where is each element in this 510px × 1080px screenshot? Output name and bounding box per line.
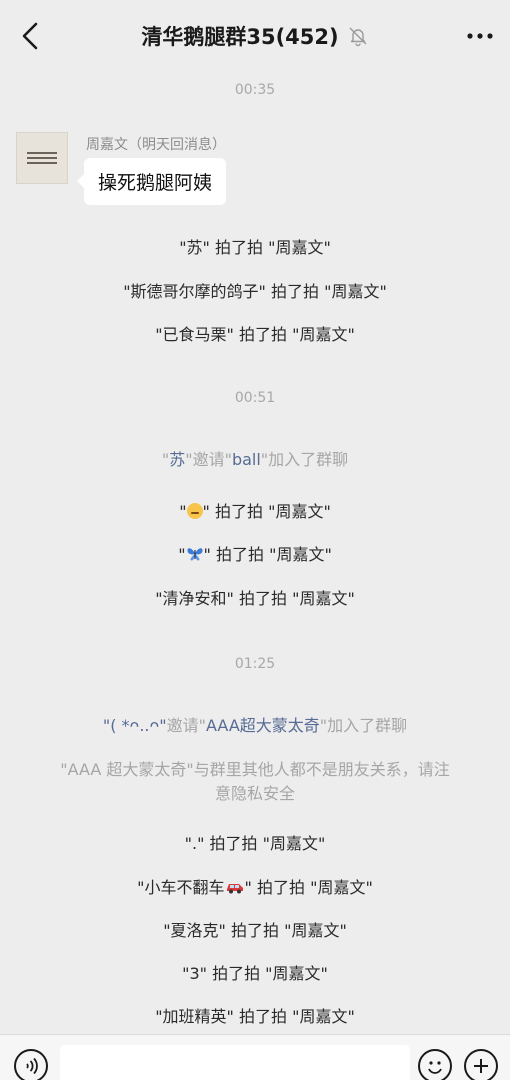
pat-notice: "小车不翻车 " 拍了拍 "周嘉文" (0, 874, 510, 898)
message-input[interactable] (60, 1045, 410, 1080)
pat-notice: " " 拍了拍 "周嘉文" (0, 498, 510, 522)
invitee-name[interactable]: AAA超大蒙太奇 (206, 716, 320, 735)
pat-notice: "." 拍了拍 "周嘉文" (184, 834, 326, 853)
smirk-face-emoji (186, 503, 203, 519)
pat-text: " (179, 502, 187, 521)
privacy-notice-line: 意隐私安全 (214, 784, 295, 803)
pat-text: " (178, 545, 186, 564)
pat-text: " 拍了拍 "周嘉文" (203, 545, 332, 564)
sender-name: 周嘉文（明天回消息） (86, 137, 226, 153)
inviter-name[interactable]: "( *ᴖ..ᴖ" (103, 716, 167, 735)
emoji-button[interactable] (418, 1049, 452, 1080)
timestamp: 00:51 (234, 390, 276, 406)
more-button[interactable] (462, 20, 498, 52)
title-wrap: 清华鹅腿群35(452) (141, 21, 368, 51)
timestamp: 01:25 (234, 656, 276, 672)
pat-text: " 拍了拍 "周嘉文" (244, 878, 373, 897)
message-list[interactable]: 00:35 周嘉文（明天回消息） 操死鹅腿阿姨 "苏" 拍了拍 "周嘉文" "斯… (0, 72, 510, 1034)
avatar[interactable] (16, 132, 68, 184)
pat-notice: "夏洛克" 拍了拍 "周嘉文" (163, 921, 347, 940)
privacy-notice-line: "AAA 超大蒙太奇"与群里其他人都不是朋友关系，请注 (60, 760, 450, 779)
chat-title: 清华鹅腿群35(452) (141, 25, 339, 49)
voice-button[interactable] (14, 1049, 48, 1080)
voice-icon (26, 1057, 38, 1075)
pat-notice: "3" 拍了拍 "周嘉文" (182, 964, 328, 983)
more-dots-icon (467, 33, 493, 39)
timestamp: 00:35 (234, 82, 276, 98)
pat-notice: "苏" 拍了拍 "周嘉文" (179, 238, 331, 257)
plus-icon (474, 1059, 488, 1073)
avatar-image (27, 149, 57, 167)
invite-notice: "苏"邀请"ball"加入了群聊 (0, 446, 510, 470)
invite-text: "邀请" (185, 450, 232, 469)
invitee-name[interactable]: ball (232, 450, 261, 469)
bell-off-icon (349, 27, 367, 47)
pat-text: "小车不翻车 (137, 878, 225, 897)
pat-notice: "斯德哥尔摩的鸽子" 拍了拍 "周嘉文" (123, 282, 387, 301)
pat-notice: " " 拍了拍 "周嘉文" (0, 541, 510, 565)
emoji-icon (428, 1061, 442, 1074)
inviter-name[interactable]: 苏 (169, 450, 185, 469)
chevron-left-icon (22, 22, 38, 50)
pat-text: " 拍了拍 "周嘉文" (202, 502, 331, 521)
privacy-notice: "AAA 超大蒙太奇"与群里其他人都不是朋友关系，请注 意隐私安全 (0, 758, 510, 806)
plus-button[interactable] (464, 1049, 498, 1080)
invite-notice: "( *ᴖ..ᴖ"邀请"AAA超大蒙太奇"加入了群聊 (0, 712, 510, 736)
invite-tail: "加入了群聊 (260, 450, 349, 469)
butterfly-emoji (187, 548, 203, 561)
input-bar (0, 1034, 510, 1080)
pat-notice: "清净安和" 拍了拍 "周嘉文" (155, 589, 355, 608)
message-bubble[interactable]: 操死鹅腿阿姨 (76, 158, 227, 205)
invite-text: 邀请" (166, 716, 207, 735)
chat-header: 清华鹅腿群35(452) (0, 0, 510, 72)
invite-tail: "加入了群聊 (319, 716, 408, 735)
car-emoji (226, 884, 243, 894)
pat-notice: "加班精英" 拍了拍 "周嘉文" (155, 1007, 355, 1026)
back-button[interactable] (14, 20, 46, 52)
pat-notice: "已食马栗" 拍了拍 "周嘉文" (155, 325, 355, 344)
